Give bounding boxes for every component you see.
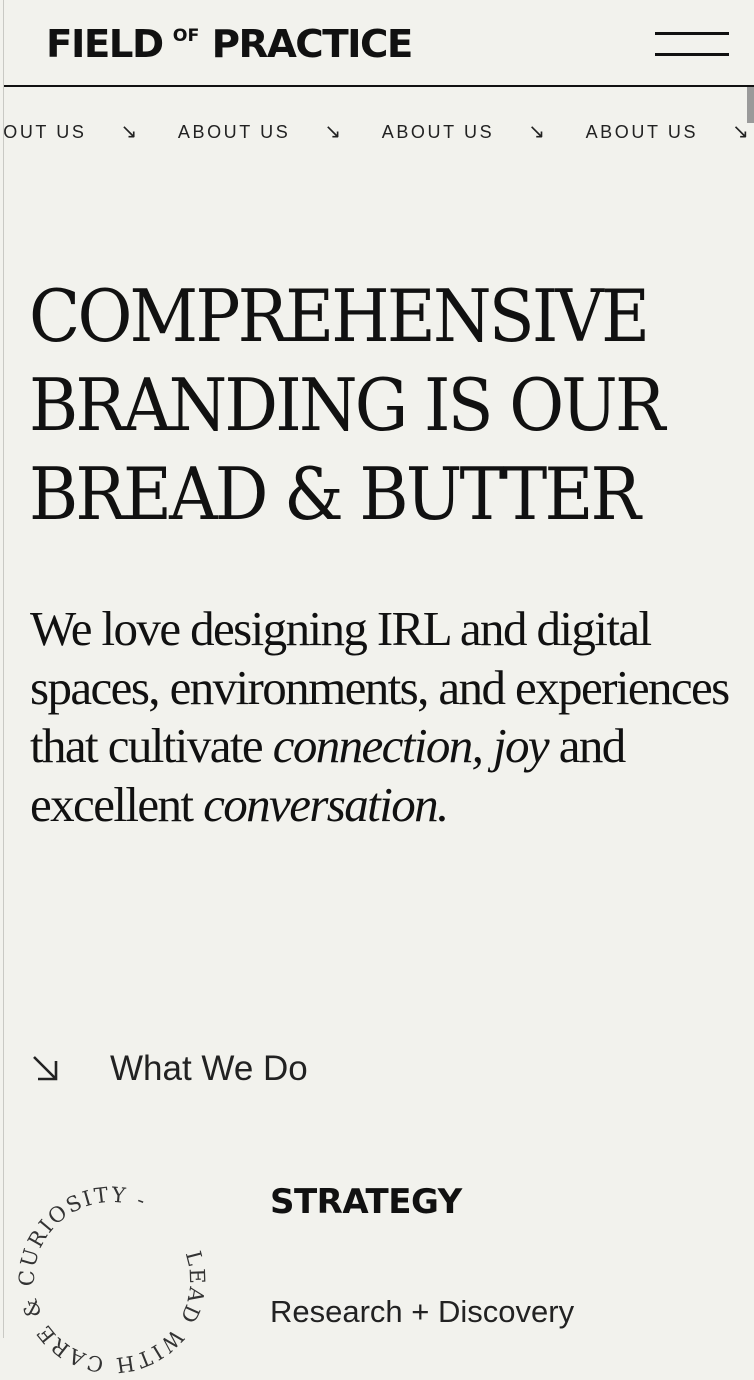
lead-with-care-badge: LEAD WITH CARE & CURIOSITY - [12,1180,212,1380]
services-heading: STRATEGY [270,1182,462,1222]
ticker-track: ABOUT US↘ABOUT US↘ABOUT US↘ABOUT US↘ABOU… [4,119,754,144]
ticker-label: ABOUT US [381,122,495,142]
ticker-label: ABOUT US [585,122,699,142]
intro-emphasis-1: connection, joy [272,718,550,773]
about-us-ticker[interactable]: ABOUT US↘ABOUT US↘ABOUT US↘ABOUT US↘ABOU… [4,89,754,169]
arrow-down-right-icon: ↘ [732,121,752,143]
what-we-do-link[interactable]: What We Do [30,1046,308,1092]
hamburger-menu-icon[interactable] [655,32,729,58]
hero-headline: COMPREHENSIVE BRANDING IS OUR BREAD & BUTT… [29,272,699,539]
headline-line: BRANDING IS OUR [29,363,665,447]
ticker-item: ABOUT US ↘ [4,119,178,144]
headline-line: COMPREHENSIVE [29,274,650,358]
logo-word-field: FIELD [46,22,164,66]
menu-bar-bottom [655,53,729,56]
hero-intro: We love designing IRL and digital spaces… [30,600,730,834]
arrow-down-right-icon: ↘ [528,121,548,143]
ticker-item: ABOUT US ↘ [382,119,586,144]
headline-line: BREAD & BUTTER [29,452,641,536]
logo-word-practice: PRACTICE [211,22,414,66]
arrow-down-right-icon [33,1056,58,1081]
ticker-label: ABOUT US [4,122,87,142]
site-header: FIELD OF PRACTICE [4,0,754,87]
ticker-item: ABOUT US ↘ [178,119,382,144]
menu-bar-top [655,32,729,35]
what-we-do-label: What We Do [110,1049,308,1088]
svg-text:LEAD WITH CARE & CURIOSITY -: LEAD WITH CARE & CURIOSITY - [12,1180,212,1380]
intro-emphasis-2: conversation. [203,776,449,832]
arrow-down-right-icon: ↘ [324,121,344,143]
ticker-item: ABOUT US ↘ [586,119,754,144]
ticker-label: ABOUT US [177,122,291,142]
badge-text: LEAD WITH CARE & CURIOSITY - [12,1180,212,1380]
arrow-down-right-icon: ↘ [120,121,140,143]
service-item[interactable]: Research + Discovery [270,1294,574,1330]
site-logo[interactable]: FIELD OF PRACTICE [46,22,414,66]
logo-word-of: OF [172,26,200,46]
